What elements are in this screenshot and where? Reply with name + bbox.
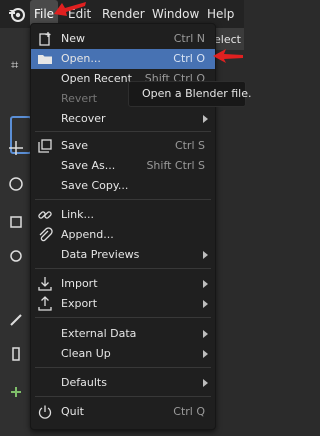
transform-icon[interactable]: ⌗ [11,58,18,73]
submenu-arrow-icon [203,280,208,288]
menu-item-label: Open Recent [61,72,132,85]
menu-item-label: Export [61,297,98,310]
new-file-icon [39,32,51,46]
menu-item-label: Recover [61,112,106,125]
submenu-arrow-icon [203,379,208,387]
menu-item-label: Save As... [61,159,116,172]
tooltip-text: Open a Blender file. [142,87,252,100]
menu-item-shortcut: Shift Ctrl S [146,159,205,172]
menu-item-label: Link... [61,208,95,221]
annotation-arrow-icon [213,49,243,63]
menu-item-label: Quit [61,405,84,418]
menu-item-label: Data Previews [61,248,140,261]
menu-item-defaults[interactable]: Defaults [31,373,215,393]
menu-item-shortcut: Ctrl N [173,32,205,45]
submenu-arrow-icon [203,350,208,358]
menu-item-save-copy[interactable]: Save Copy... [31,176,215,196]
menu-item-export[interactable]: Export [31,294,215,314]
blender-logo-icon[interactable] [7,4,27,24]
move-tool-icon[interactable] [8,140,24,156]
submenu-arrow-icon [203,330,208,338]
menu-item-label: Save Copy... [61,179,129,192]
menu-item-link[interactable]: Link... [31,205,215,225]
menu-item-data-previews[interactable]: Data Previews [31,245,215,265]
menu-item-label: External Data [61,327,137,340]
menu-item-save-as[interactable]: Save As... Shift Ctrl S [31,156,215,176]
menu-item-label: Revert [61,92,98,105]
menu-item-append[interactable]: Append... [31,225,215,245]
menu-item-shortcut: Ctrl S [174,139,205,152]
scale-tool-icon[interactable] [8,214,24,230]
paperclip-icon [39,227,53,242]
menu-item-new[interactable]: New Ctrl N [31,29,215,49]
submenu-arrow-icon [203,300,208,308]
menu-item-clean-up[interactable]: Clean Up [31,344,215,364]
menu-item-label: Import [61,277,98,290]
measure-tool-icon[interactable] [8,346,24,362]
left-toolbar: ⌗ [0,28,32,436]
select-mode-label[interactable]: elect [214,33,241,46]
menu-item-label: New [61,32,85,45]
menu-item-save[interactable]: Save Ctrl S [31,136,215,156]
menu-item-label: Defaults [61,376,107,389]
submenu-arrow-icon [203,251,208,259]
menu-item-quit[interactable]: Quit Ctrl Q [31,402,215,422]
rotate-tool-icon[interactable] [8,176,24,192]
menu-item-label: Save [61,139,89,152]
annotate-tool-icon[interactable] [8,312,24,328]
tooltip: Open a Blender file. [128,81,251,107]
folder-icon [38,55,52,64]
menu-separator [35,317,211,318]
menu-item-recover[interactable]: Recover [31,109,215,129]
menu-separator [35,268,211,269]
menu-separator [35,367,211,368]
menu-item-label: Open... [61,52,101,65]
export-icon [38,296,52,311]
menu-separator [35,199,211,200]
menu-separator [35,131,211,132]
link-icon [38,211,52,219]
submenu-arrow-icon [203,115,208,123]
menu-item-shortcut: Ctrl O [173,52,205,65]
import-icon [38,277,52,291]
menu-separator [35,396,211,397]
menu-item-import[interactable]: Import [31,274,215,294]
menu-item-external-data[interactable]: External Data [31,324,215,344]
annotation-arrow-icon [54,2,86,16]
save-icon [38,139,52,153]
menu-item-label: Clean Up [61,347,111,360]
menu-item-label: Append... [61,228,114,241]
menu-item-open[interactable]: Open... Ctrl O [31,49,215,69]
menu-item-shortcut: Ctrl Q [173,405,205,418]
power-icon [38,405,52,419]
transform-tool-icon[interactable] [8,248,24,264]
add-cube-tool-icon[interactable] [8,384,24,400]
